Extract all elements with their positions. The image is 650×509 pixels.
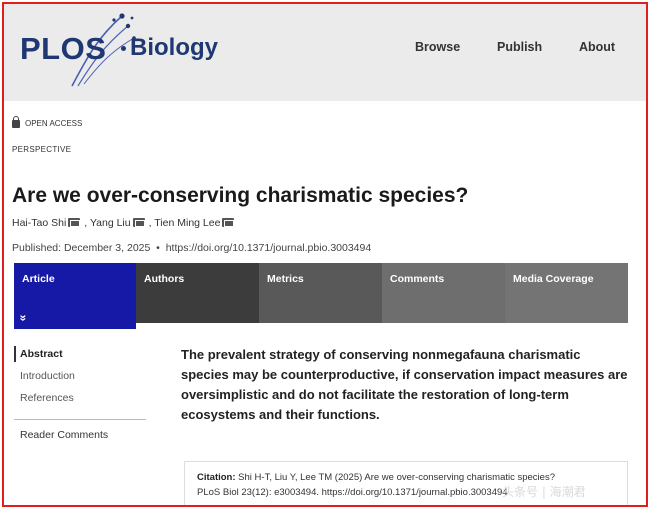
sidebar-divider	[14, 419, 146, 420]
abstract-summary: The prevalent strategy of conserving non…	[181, 347, 628, 422]
doi-link[interactable]: https://doi.org/10.1371/journal.pbio.300…	[166, 242, 372, 254]
author-link[interactable]: Tien Ming Lee	[154, 217, 220, 229]
tab-comments[interactable]: Comments	[382, 263, 505, 323]
author-link[interactable]: Yang Liu	[90, 217, 131, 229]
logo-journal-text: Biology	[130, 34, 218, 61]
tab-article[interactable]: Article »	[14, 263, 136, 329]
publication-info: Published: December 3, 2025 • https://do…	[12, 242, 371, 254]
tab-label: Article	[22, 273, 55, 285]
tab-metrics[interactable]: Metrics	[259, 263, 382, 323]
sidebar-item-introduction[interactable]: Introduction	[20, 370, 75, 382]
tab-label: Authors	[144, 273, 185, 285]
open-access-badge: OPEN ACCESS	[12, 115, 83, 128]
active-indicator	[14, 346, 16, 362]
bullet-separator: •	[153, 242, 163, 254]
plos-biology-logo[interactable]: PLOS Biology	[18, 13, 218, 87]
article-tabs: Article » Authors Metrics Comments Media…	[14, 263, 628, 329]
nav-publish[interactable]: Publish	[497, 40, 542, 54]
citation-line-2: PLoS Biol 23(12): e3003494. https://doi.…	[197, 487, 508, 498]
open-lock-icon	[12, 115, 20, 128]
author-list: Hai-Tao Shi, Yang Liu, Tien Ming Lee	[12, 217, 238, 229]
email-icon[interactable]	[132, 218, 145, 228]
article-type: PERSPECTIVE	[12, 145, 72, 154]
nav-browse[interactable]: Browse	[415, 40, 460, 54]
author-link[interactable]: Hai-Tao Shi	[12, 217, 66, 229]
tab-label: Metrics	[267, 273, 304, 285]
published-date: Published: December 3, 2025	[12, 242, 151, 254]
tab-label: Comments	[390, 273, 445, 285]
watermark: 头条号 | 海潮君	[502, 485, 586, 499]
tab-media-coverage[interactable]: Media Coverage	[505, 263, 628, 323]
tab-authors[interactable]: Authors	[136, 263, 259, 323]
email-icon[interactable]	[222, 218, 235, 228]
open-access-label: OPEN ACCESS	[25, 119, 83, 128]
logo-dot	[121, 46, 126, 51]
citation-label: Citation:	[197, 472, 236, 483]
article-title: Are we over-conserving charismatic speci…	[12, 184, 469, 207]
site-header: PLOS Biology Browse Publish About	[4, 4, 646, 101]
sidebar-item-abstract[interactable]: Abstract	[20, 348, 63, 360]
nav-about[interactable]: About	[579, 40, 615, 54]
tab-label: Media Coverage	[513, 273, 594, 285]
email-icon[interactable]	[68, 218, 81, 228]
sidebar-item-reader-comments[interactable]: Reader Comments	[20, 429, 108, 441]
page-frame: PLOS Biology Browse Publish About OPEN A…	[2, 2, 648, 507]
logo-plos-text: PLOS	[20, 31, 107, 66]
sidebar-item-references[interactable]: References	[20, 392, 74, 404]
chevron-down-icon[interactable]: »	[16, 315, 30, 322]
citation-line-1: Shi H-T, Liu Y, Lee TM (2025) Are we ove…	[238, 472, 555, 483]
